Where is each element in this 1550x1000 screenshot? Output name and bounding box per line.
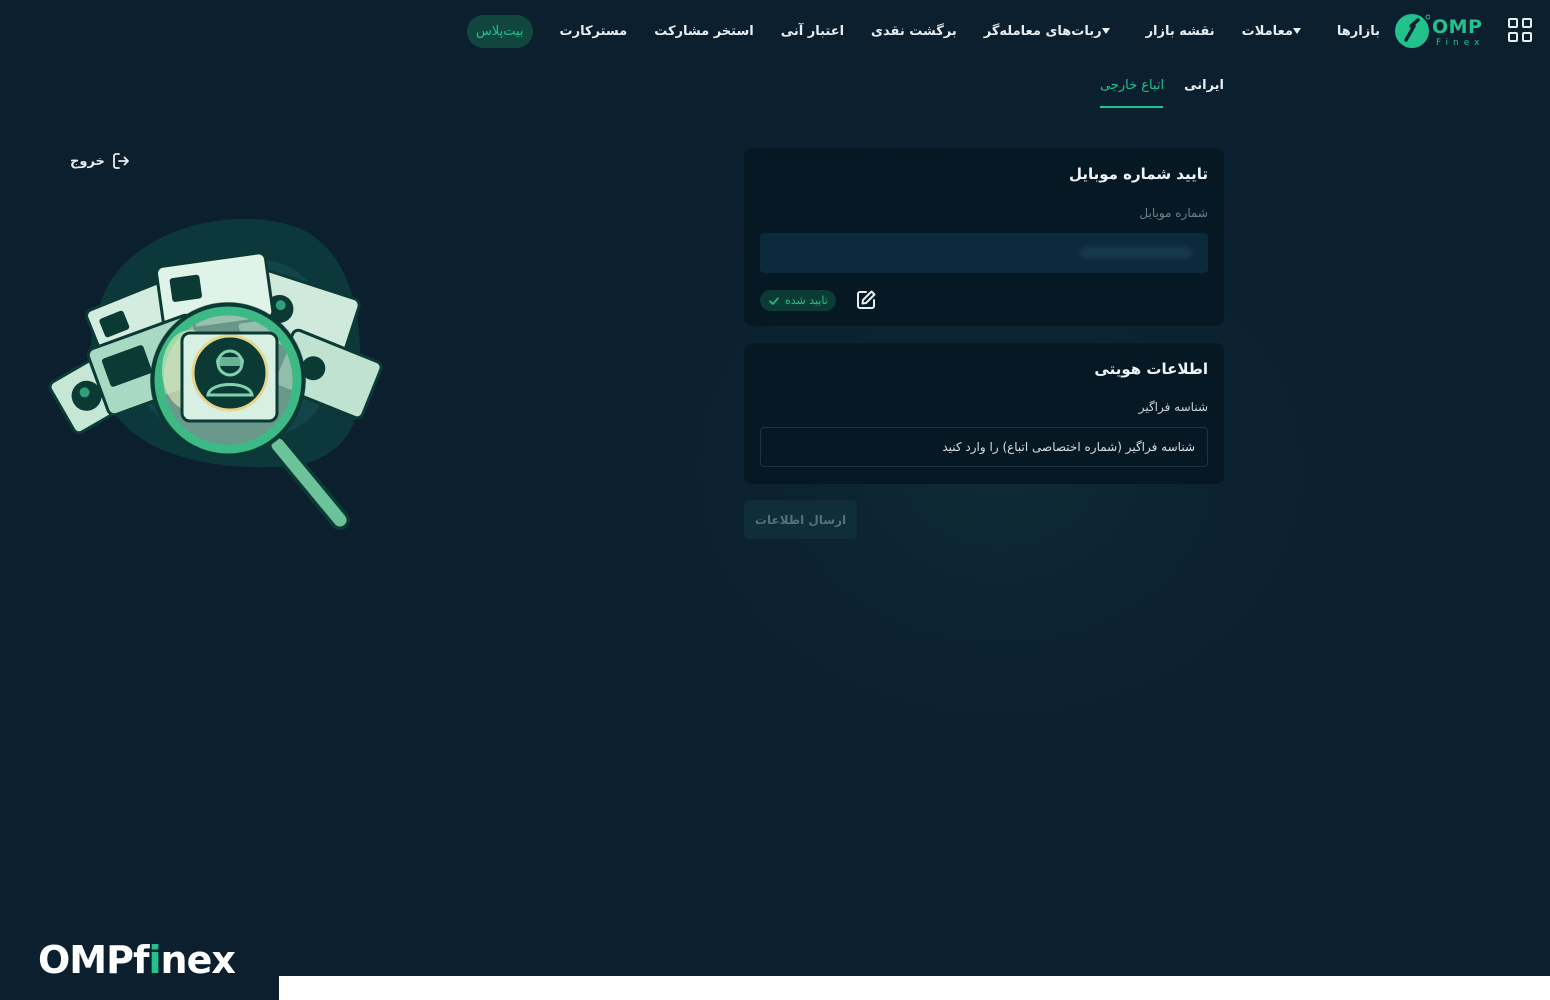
- nav-staking-pool[interactable]: استخر مشارکت: [654, 24, 754, 39]
- status-badge: تایید شده: [760, 290, 836, 311]
- watermark-accent: i: [148, 938, 162, 982]
- nav-trades[interactable]: معاملات: [1242, 24, 1310, 39]
- masked-mobile-number: [1080, 247, 1192, 258]
- top-navigation: OMP Finex بازارها معاملات نقشه بازار ربا…: [0, 0, 1550, 62]
- logo-subtext: Finex: [1436, 38, 1485, 48]
- active-tab-indicator: [1100, 106, 1163, 108]
- caret-down-icon: [1292, 28, 1301, 34]
- nav-bitplus[interactable]: بیت‌پلاس: [466, 14, 533, 48]
- nav-markets-label: بازارها: [1336, 23, 1380, 39]
- nav-trading-bots-label: ربات‌های معامله‌گر: [983, 23, 1102, 39]
- nav-cashback[interactable]: برگشت نقدی: [871, 24, 957, 39]
- nav-bitplus-label: بیت‌پلاس: [475, 23, 524, 39]
- nav-market-map[interactable]: نقشه بازار: [1146, 24, 1215, 39]
- watermark-prefix: OMPf: [38, 938, 150, 982]
- nationality-tabs: ایرانی اتباع خارجی: [1090, 72, 1230, 110]
- identity-info-card: اطلاعات هویتی شناسه فراگیر: [744, 343, 1224, 484]
- nav-market-map-label: نقشه بازار: [1145, 23, 1215, 39]
- caret-down-icon: [1101, 28, 1110, 34]
- national-id-input[interactable]: [760, 427, 1208, 467]
- mobile-card-title: تایید شماره موبایل: [1068, 165, 1208, 183]
- mobile-number-field: [760, 233, 1208, 273]
- brand-watermark: OMPfinex: [38, 938, 236, 982]
- check-icon: [769, 296, 779, 305]
- tab-iranian[interactable]: ایرانی: [1184, 78, 1224, 93]
- grid-apps-icon[interactable]: [1508, 18, 1534, 44]
- nav-markets[interactable]: بازارها: [1337, 24, 1380, 39]
- logout-button[interactable]: خروج: [70, 150, 131, 172]
- nav-staking-pool-label: استخر مشارکت: [654, 23, 754, 39]
- nav-mastercard-label: مسترکارت: [559, 23, 628, 39]
- logout-icon: [113, 153, 129, 169]
- nav-cashback-label: برگشت نقدی: [871, 23, 957, 39]
- logo-text: OMP: [1432, 16, 1483, 38]
- nav-instant-credit-label: اعتبار آنی: [780, 23, 845, 39]
- mobile-verification-card: تایید شماره موبایل شماره موبایل تایید شد…: [744, 148, 1224, 326]
- edit-icon[interactable]: [855, 289, 877, 311]
- logo-mark-icon: [1395, 14, 1430, 48]
- nav-trading-bots[interactable]: ربات‌های معامله‌گر: [984, 24, 1119, 39]
- bottom-white-bar: [279, 976, 1550, 1000]
- nav-trades-label: معاملات: [1241, 23, 1293, 39]
- mobile-field-label: شماره موبایل: [1139, 206, 1208, 220]
- tab-foreign-nationals[interactable]: اتباع خارجی: [1100, 78, 1164, 93]
- submit-button[interactable]: ارسال اطلاعات: [744, 500, 857, 539]
- national-id-label: شناسه فراگیر: [1138, 400, 1208, 414]
- status-text: تایید شده: [785, 294, 828, 307]
- brand-logo[interactable]: OMP Finex: [1394, 13, 1490, 51]
- main-menu: بازارها معاملات نقشه بازار ربات‌های معام…: [440, 0, 1380, 62]
- logout-label: خروج: [70, 153, 105, 169]
- identity-card-title: اطلاعات هویتی: [1094, 360, 1208, 378]
- identity-verification-illustration: [48, 218, 383, 530]
- nav-instant-credit[interactable]: اعتبار آنی: [781, 24, 844, 39]
- watermark-suffix: nex: [160, 938, 236, 982]
- nav-mastercard[interactable]: مسترکارت: [560, 24, 628, 39]
